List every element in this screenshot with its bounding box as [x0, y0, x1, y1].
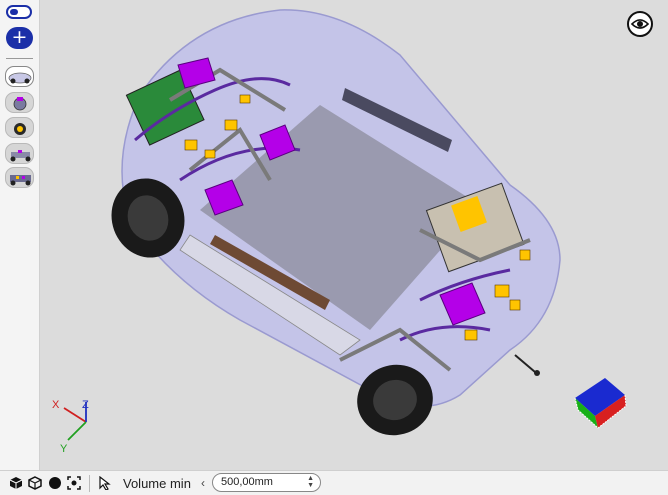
axis-triad: X Z Y [52, 399, 89, 455]
sidebar-divider [6, 58, 33, 59]
variant-thumbnail-3[interactable] [5, 117, 34, 138]
car-thumbnail-icon [8, 72, 32, 84]
platform-thumbnail-icon [10, 175, 31, 186]
fit-view-icon[interactable] [67, 476, 81, 490]
axis-y-label: Y [60, 443, 68, 455]
tow-pin [514, 354, 536, 373]
car-model-render[interactable]: X Z Y [40, 0, 668, 470]
decrease-arrow[interactable]: ‹ [201, 476, 205, 490]
wireframe-cube-icon[interactable] [28, 476, 42, 490]
add-button[interactable]: + [6, 27, 33, 49]
spinner-icon[interactable]: ▲ ▼ [307, 475, 314, 489]
select-cursor-icon[interactable] [98, 476, 112, 490]
volume-min-input[interactable]: 500,00mm ▲ ▼ [212, 473, 321, 492]
eye-icon [630, 19, 650, 29]
3d-viewport[interactable]: X Z Y [40, 0, 668, 470]
axis-z-label: Z [82, 399, 89, 411]
toolbar-divider [89, 475, 90, 492]
visibility-toggle[interactable] [6, 5, 32, 19]
variant-thumbnail-2[interactable] [5, 92, 34, 113]
view-cube-icon[interactable] [9, 476, 23, 490]
variant-sidebar: + [0, 0, 40, 470]
solid-sphere-icon[interactable] [48, 476, 62, 490]
visibility-eye-button[interactable] [627, 11, 653, 37]
wheel-thumbnail-icon [14, 123, 26, 135]
view-cube[interactable] [574, 378, 627, 429]
variant-thumbnail-4[interactable] [5, 143, 34, 164]
bottom-toolbar: Volume min ‹ 500,00mm ▲ ▼ [0, 470, 668, 495]
variant-thumbnail-5[interactable] [5, 167, 34, 188]
chassis-thumbnail-icon [13, 97, 27, 111]
volume-min-label: Volume min [123, 476, 191, 491]
axis-x-label: X [52, 399, 60, 411]
volume-min-value: 500,00mm [221, 476, 273, 488]
frame-thumbnail-icon [10, 150, 31, 162]
variant-thumbnail-1[interactable] [5, 66, 34, 87]
toggle-knob [10, 9, 18, 15]
